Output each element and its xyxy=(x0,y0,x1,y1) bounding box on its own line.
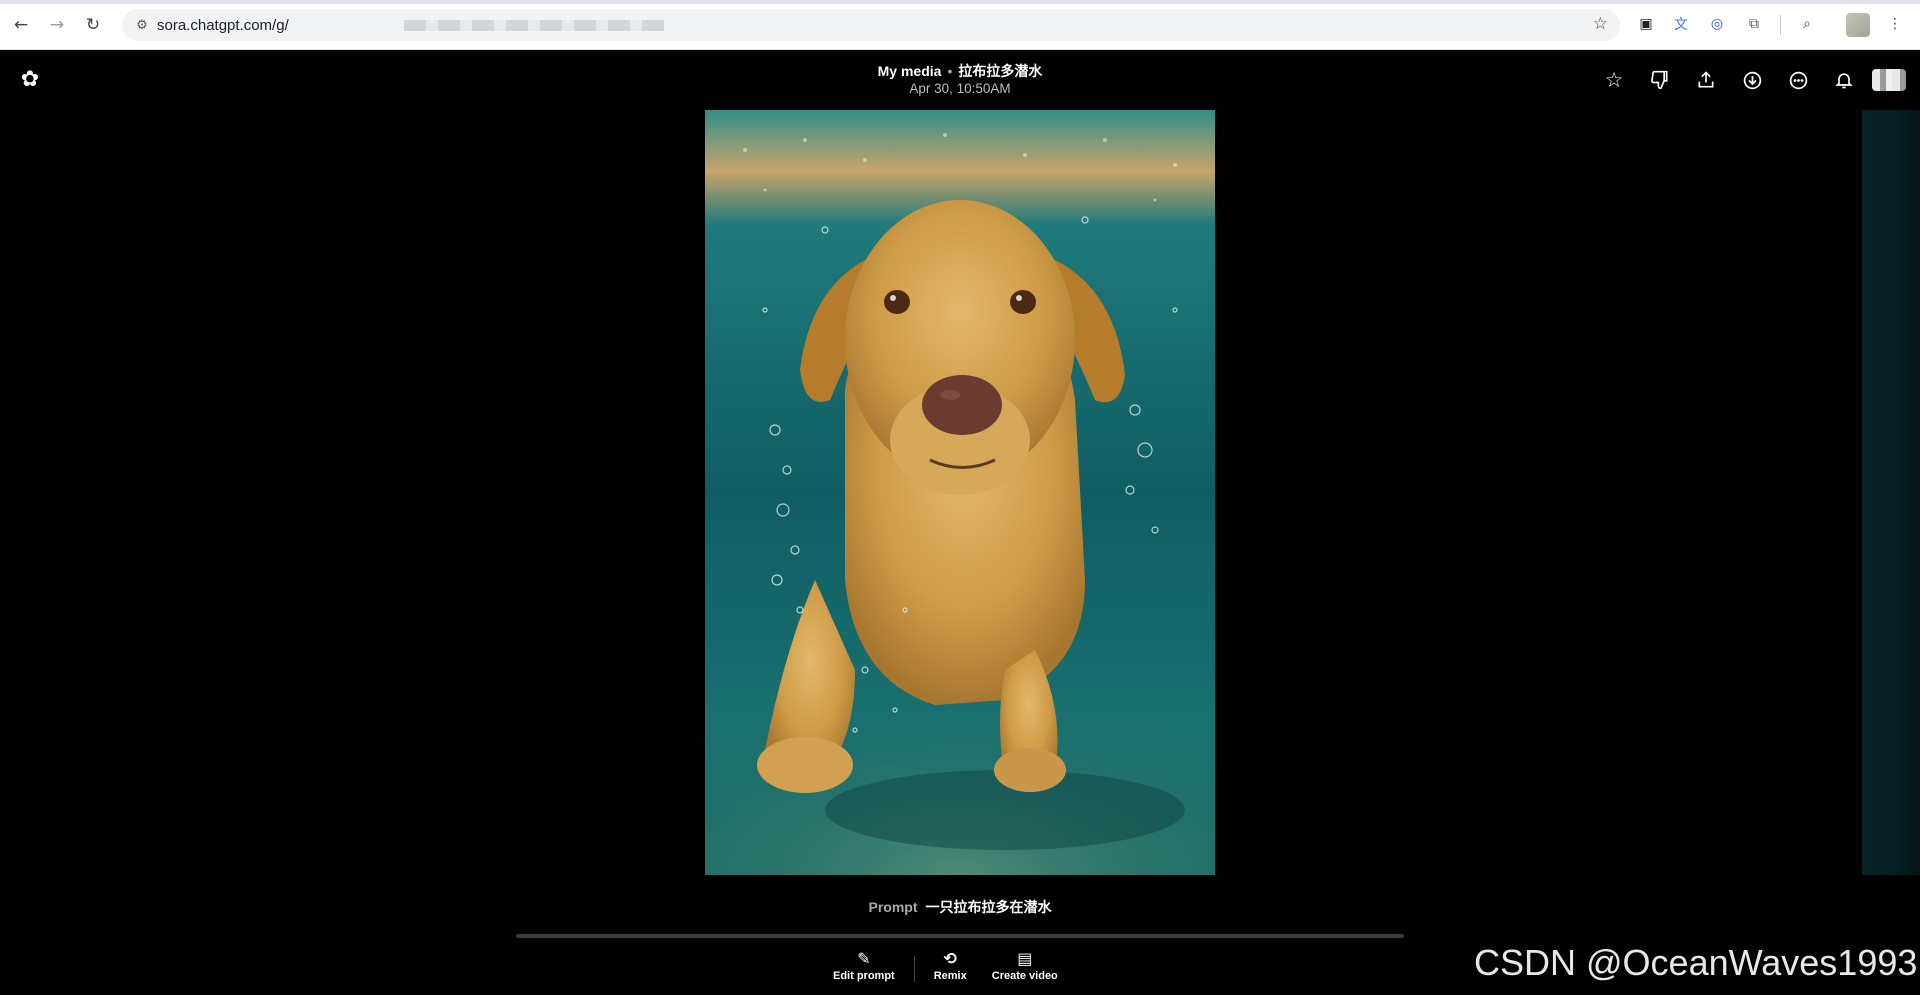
tab-strip xyxy=(0,0,1920,4)
breadcrumb-separator: • xyxy=(947,63,953,79)
profile-avatar[interactable] xyxy=(1846,13,1870,37)
remix-label: Remix xyxy=(933,970,967,982)
browser-toolbar: ← → ↻ ⚙ sora.chatgpt.com/g/ ☆ ▣ 文 ◎ ⧉ ⌕ … xyxy=(0,0,1920,50)
bookmark-star-icon[interactable]: ☆ xyxy=(1593,14,1608,34)
account-icon[interactable]: ◎ xyxy=(1706,13,1728,35)
media-date: Apr 30, 10:50AM xyxy=(909,81,1011,96)
reload-icon[interactable]: ↻ xyxy=(80,12,106,38)
address-bar[interactable]: ⚙ sora.chatgpt.com/g/ ☆ xyxy=(122,9,1620,41)
next-media-preview[interactable] xyxy=(1862,110,1920,875)
media-actions-5 xyxy=(1784,66,1812,94)
pencil-icon: ✎ xyxy=(857,949,871,968)
edit-prompt-label: Edit prompt xyxy=(833,970,895,982)
extension-icon[interactable]: ▣ xyxy=(1635,13,1657,35)
url-text: sora.chatgpt.com/g/ xyxy=(157,17,289,34)
prompt-line: Prompt 一只拉布拉多在潜水 xyxy=(610,897,1310,917)
media-title: 拉布拉多潜水 xyxy=(958,63,1043,79)
user-avatar[interactable] xyxy=(1872,69,1906,91)
download-icon[interactable] xyxy=(1738,66,1766,94)
puzzle-icon[interactable]: ⧉ xyxy=(1743,13,1765,35)
media-actions: ☆ xyxy=(1600,66,1628,94)
divider xyxy=(913,956,915,982)
forward-icon[interactable]: → xyxy=(44,12,70,38)
openai-logo-icon[interactable]: ✿ xyxy=(18,67,42,92)
bottom-action-bar: ✎ Edit prompt ⟲ Remix ▤ Create video xyxy=(828,948,1063,990)
media-actions-6 xyxy=(1830,66,1858,94)
breadcrumb-my-media[interactable]: My media xyxy=(878,63,942,79)
prompt-text: 一只拉布拉多在潜水 xyxy=(925,899,1052,915)
dislike-icon[interactable] xyxy=(1646,66,1674,94)
bell-icon[interactable] xyxy=(1830,66,1858,94)
tab-search-icon[interactable]: ⌕ xyxy=(1796,13,1818,35)
prompt-label: Prompt xyxy=(868,899,918,915)
calendar-video-icon: ▤ xyxy=(1017,949,1033,968)
create-video-label: Create video xyxy=(991,970,1058,982)
share-icon[interactable] xyxy=(1692,66,1720,94)
create-video-button[interactable]: ▤ Create video xyxy=(992,948,1058,982)
back-icon[interactable]: ← xyxy=(8,12,34,38)
redacted-url xyxy=(404,20,664,31)
divider xyxy=(1780,15,1781,35)
labrador-underwater-image xyxy=(705,110,1215,875)
more-icon[interactable] xyxy=(1784,66,1812,94)
media-actions-4 xyxy=(1738,66,1766,94)
remix-button[interactable]: ⟲ Remix xyxy=(934,948,967,982)
more-icon[interactable]: ⋮ xyxy=(1884,13,1906,35)
scroll-track xyxy=(516,934,1404,938)
generated-image[interactable] xyxy=(705,110,1215,875)
site-settings-icon[interactable]: ⚙ xyxy=(132,15,152,35)
star-icon[interactable]: ☆ xyxy=(1600,66,1628,94)
media-actions-2 xyxy=(1646,66,1674,94)
media-actions-3 xyxy=(1692,66,1720,94)
translate-icon[interactable]: 文 xyxy=(1670,13,1692,35)
remix-icon: ⟲ xyxy=(943,949,957,968)
page-title: My media • 拉布拉多潜水 xyxy=(760,61,1160,81)
watermark-text: CSDN @OceanWaves1993 xyxy=(1474,942,1918,983)
edit-prompt-button[interactable]: ✎ Edit prompt xyxy=(833,948,895,982)
